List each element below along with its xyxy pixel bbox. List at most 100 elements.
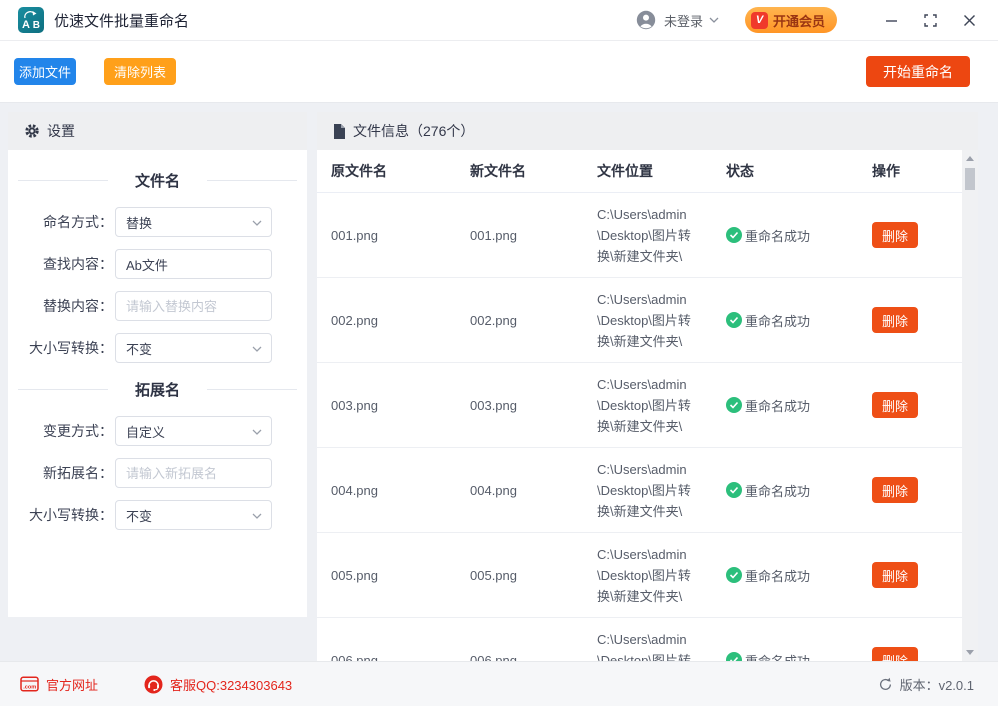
old-filename: 006.png xyxy=(317,653,455,662)
status-text: 重命名成功 xyxy=(745,566,810,585)
footer: .com 官方网址 客服QQ:3234303643 版本：v2.0.1 xyxy=(0,661,998,706)
naming-method-select[interactable]: 替换 xyxy=(115,207,272,237)
user-avatar-icon xyxy=(636,10,656,30)
toolbar: 添加文件 清除列表 开始重命名 xyxy=(0,41,998,103)
settings-title: 设置 xyxy=(47,121,75,141)
app-window: A B 优速文件批量重命名 未登录 V 开通会 xyxy=(0,0,998,706)
user-menu[interactable]: 未登录 xyxy=(636,10,719,30)
delete-button[interactable]: 删除 xyxy=(872,222,918,248)
old-filename: 005.png xyxy=(317,568,455,583)
old-filename: 004.png xyxy=(317,483,455,498)
status-text: 重命名成功 xyxy=(745,481,810,500)
chevron-down-icon xyxy=(709,17,719,23)
section-title: 拓展名 xyxy=(135,379,180,400)
column-header-new-name: 新文件名 xyxy=(455,161,584,181)
document-icon xyxy=(333,124,346,139)
close-button[interactable] xyxy=(958,9,980,31)
chevron-down-icon xyxy=(252,346,262,352)
section-title-row: 文件名 xyxy=(18,170,297,191)
table-body: 001.png 001.png C:\Users\admin\Desktop\图… xyxy=(317,193,962,661)
table-row: 002.png 002.png C:\Users\admin\Desktop\图… xyxy=(317,278,962,363)
vip-badge-icon: V xyxy=(751,12,768,29)
status-text: 重命名成功 xyxy=(745,226,810,245)
scrollbar-up-button[interactable] xyxy=(966,156,974,161)
minimize-button[interactable] xyxy=(880,9,902,31)
field-label: 命名方式： xyxy=(43,212,113,232)
extension-change-method-select[interactable]: 自定义 xyxy=(115,416,272,446)
select-value: 不变 xyxy=(126,506,152,525)
column-header-action: 操作 xyxy=(855,161,962,181)
form-field: 查找内容： xyxy=(8,249,307,279)
table-header: 原文件名 新文件名 文件位置 状态 操作 xyxy=(317,150,962,193)
settings-panel: 设置 文件名 命名方式： 替换 查找内容： 替换内容： 大小写转换： 不变 xyxy=(8,112,307,617)
field-label: 替换内容： xyxy=(43,296,113,316)
file-info-panel: 文件信息（276个） 原文件名 新文件名 文件位置 状态 操作 001.png … xyxy=(317,112,978,661)
success-check-icon xyxy=(726,652,742,661)
official-website-link[interactable]: .com 官方网址 xyxy=(20,675,98,694)
website-icon: .com xyxy=(20,676,39,692)
delete-button[interactable]: 删除 xyxy=(872,562,918,588)
customer-service-qq[interactable]: 客服QQ:3234303643 xyxy=(144,675,292,694)
filename-case-select[interactable]: 不变 xyxy=(115,333,272,363)
table-row: 006.png 006.png C:\Users\admin\Desktop\图… xyxy=(317,618,962,661)
settings-body: 文件名 命名方式： 替换 查找内容： 替换内容： 大小写转换： 不变 拓展名 xyxy=(8,150,307,542)
main-content: 设置 文件名 命名方式： 替换 查找内容： 替换内容： 大小写转换： 不变 xyxy=(0,103,998,661)
table-row: 001.png 001.png C:\Users\admin\Desktop\图… xyxy=(317,193,962,278)
form-field: 命名方式： 替换 xyxy=(8,207,307,237)
success-check-icon xyxy=(726,397,742,413)
new-filename: 006.png xyxy=(455,653,584,662)
login-status: 未登录 xyxy=(664,11,703,30)
new-extension-input[interactable] xyxy=(115,458,272,488)
delete-button[interactable]: 删除 xyxy=(872,392,918,418)
start-rename-button[interactable]: 开始重命名 xyxy=(866,56,970,87)
form-field: 新拓展名： xyxy=(8,458,307,488)
open-vip-button[interactable]: V 开通会员 xyxy=(745,7,837,33)
success-check-icon xyxy=(726,482,742,498)
field-label: 大小写转换： xyxy=(29,505,113,525)
delete-button[interactable]: 删除 xyxy=(872,477,918,503)
old-filename: 001.png xyxy=(317,228,455,243)
success-check-icon xyxy=(726,312,742,328)
extension-case-select[interactable]: 不变 xyxy=(115,500,272,530)
select-value: 替换 xyxy=(126,213,152,232)
maximize-button[interactable] xyxy=(919,9,941,31)
file-info-header: 文件信息（276个） xyxy=(317,112,978,150)
field-label: 大小写转换： xyxy=(29,338,113,358)
section-title-row: 拓展名 xyxy=(18,379,297,400)
refresh-icon[interactable] xyxy=(878,677,893,692)
svg-text:.com: .com xyxy=(23,685,36,691)
add-files-button[interactable]: 添加文件 xyxy=(14,58,76,85)
file-path: C:\Users\admin\Desktop\图片转换\新建文件夹\ xyxy=(597,204,695,267)
chevron-down-icon xyxy=(252,220,262,226)
success-check-icon xyxy=(726,567,742,583)
app-title: 优速文件批量重命名 xyxy=(54,10,189,31)
column-header-old-name: 原文件名 xyxy=(317,161,455,181)
file-path: C:\Users\admin\Desktop\图片转换\新建文件夹\ xyxy=(597,544,695,607)
scrollbar-track[interactable] xyxy=(962,150,978,661)
new-filename: 001.png xyxy=(455,228,584,243)
replace-content-input[interactable] xyxy=(115,291,272,321)
find-content-input[interactable] xyxy=(115,249,272,279)
status-text: 重命名成功 xyxy=(745,311,810,330)
delete-button[interactable]: 删除 xyxy=(872,307,918,333)
status-text: 重命名成功 xyxy=(745,651,810,662)
gear-icon xyxy=(24,123,40,139)
scrollbar-down-button[interactable] xyxy=(966,650,974,655)
table-row: 003.png 003.png C:\Users\admin\Desktop\图… xyxy=(317,363,962,448)
table-row: 004.png 004.png C:\Users\admin\Desktop\图… xyxy=(317,448,962,533)
scrollbar-thumb[interactable] xyxy=(965,168,975,190)
form-field: 替换内容： xyxy=(8,291,307,321)
delete-button[interactable]: 删除 xyxy=(872,647,918,661)
section-title: 文件名 xyxy=(135,170,180,191)
file-path: C:\Users\admin\Desktop\图片转换\新建文件夹\ xyxy=(597,374,695,437)
form-field: 大小写转换： 不变 xyxy=(8,500,307,530)
titlebar: A B 优速文件批量重命名 未登录 V 开通会 xyxy=(0,0,998,41)
file-info-title: 文件信息（276个） xyxy=(353,121,474,141)
select-value: 自定义 xyxy=(126,422,165,441)
select-value: 不变 xyxy=(126,339,152,358)
table-row: 005.png 005.png C:\Users\admin\Desktop\图… xyxy=(317,533,962,618)
file-table: 原文件名 新文件名 文件位置 状态 操作 001.png 001.png C:\… xyxy=(317,150,962,661)
file-path: C:\Users\admin\Desktop\图片转换\新建文件夹\ xyxy=(597,629,695,662)
clear-list-button[interactable]: 清除列表 xyxy=(104,58,176,85)
file-path: C:\Users\admin\Desktop\图片转换\新建文件夹\ xyxy=(597,459,695,522)
